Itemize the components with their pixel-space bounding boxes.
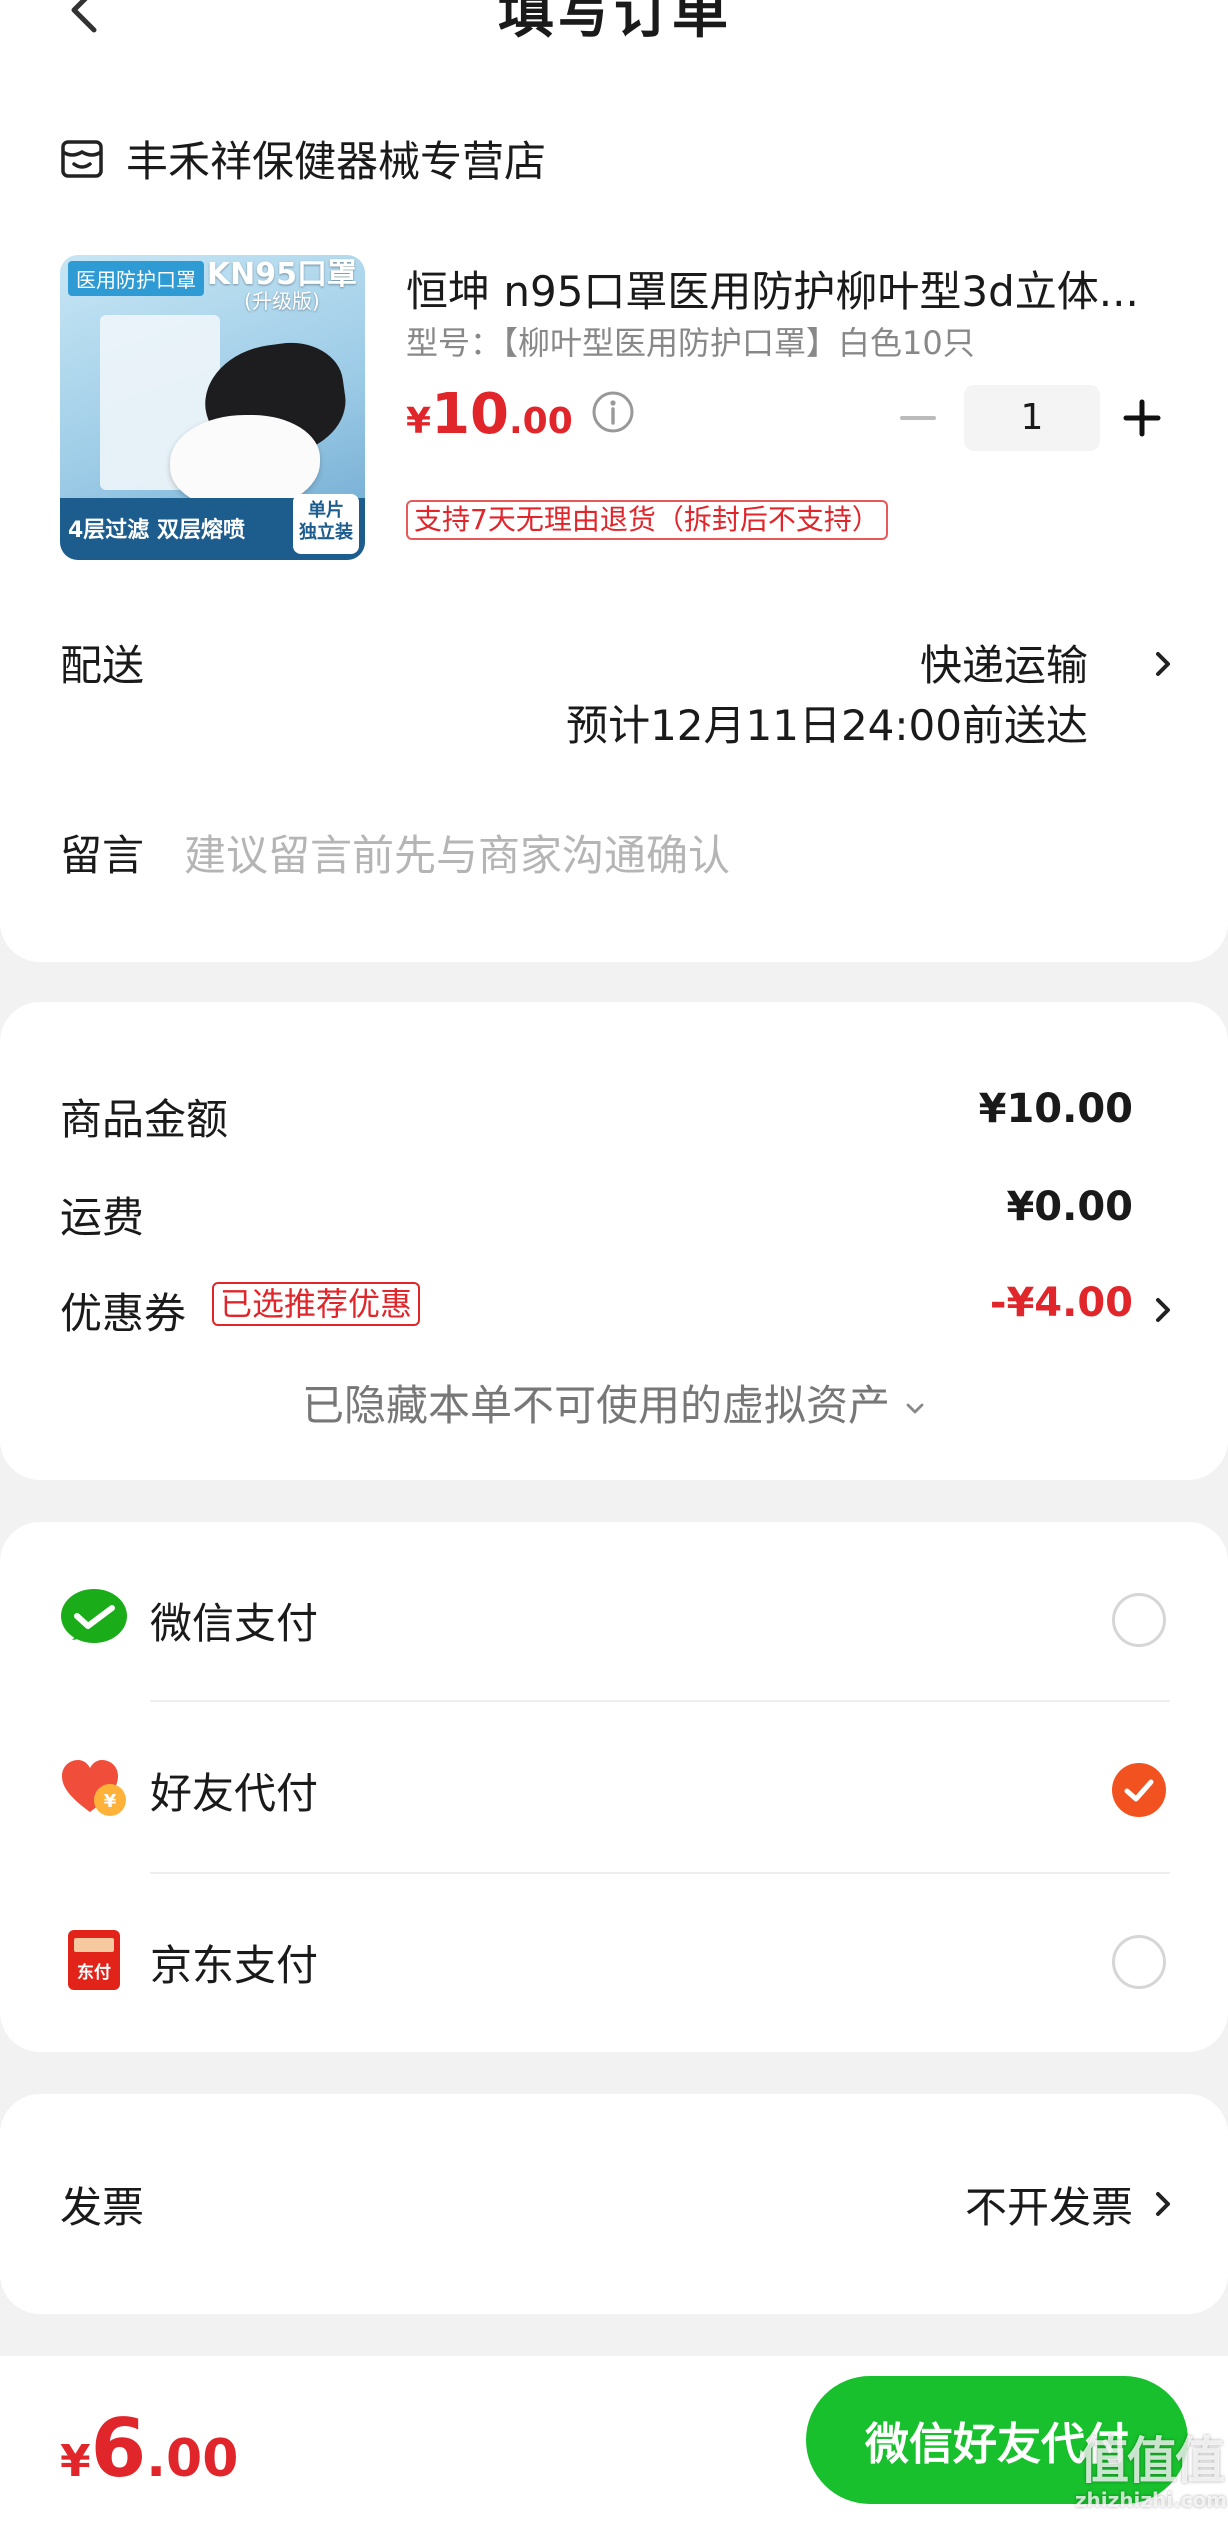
payment-label-friend: 好友代付 xyxy=(150,1769,319,1818)
coupon-discount[interactable]: -¥4.00 xyxy=(990,1280,1133,1326)
shipping-method[interactable]: 快递运输 xyxy=(920,632,1088,693)
hidden-assets-text: 已隐藏本单不可使用的虚拟资产 xyxy=(301,1381,890,1430)
total-price: ¥ 6 .00 xyxy=(60,2402,238,2495)
payment-option-wechat[interactable]: 微信支付 xyxy=(0,1530,1228,1700)
product-image-kn95-sub: (升级版) xyxy=(244,288,320,313)
goods-amount: ¥10.00 xyxy=(978,1086,1133,1132)
delivery-label: 配送 xyxy=(60,641,145,690)
coupon-selected-tag: 已选推荐优惠 xyxy=(212,1282,421,1326)
quantity-value[interactable]: 1 xyxy=(964,385,1100,451)
store-row[interactable]: 丰禾祥保健器械专营店 xyxy=(60,128,546,188)
shipping-fee: ¥0.00 xyxy=(1006,1184,1133,1230)
total-integer: 6 xyxy=(90,2402,147,2495)
product-image-kn95-title: KN95口罩 xyxy=(206,257,357,292)
shipping-eta: 预计12月11日24:00前送达 xyxy=(566,701,1088,750)
payment-option-friend[interactable]: ¥ 好友代付 xyxy=(0,1700,1228,1870)
product-spec: 型号：【柳叶型医用防护口罩】白色10只 xyxy=(406,324,975,362)
product-image-badge: 单片 独立装 xyxy=(293,494,359,554)
product-image-badge-line2: 独立装 xyxy=(299,521,353,543)
order-page: 填写订单 丰禾祥保健器械专营店 医用防护口罩 KN95口罩 (升级版) 4层过滤… xyxy=(0,0,1228,2525)
invoice-label: 发票 xyxy=(60,2183,145,2232)
watermark-logo: 值值值 xyxy=(1079,2432,1225,2490)
total-decimal: .00 xyxy=(146,2429,239,2489)
payment-option-jd[interactable]: 东付 京东支付 xyxy=(0,1872,1228,2042)
return-policy-tag: 支持7天无理由退货（拆封后不支持） xyxy=(406,500,888,540)
shipping-fee-label: 运费 xyxy=(60,1193,145,1242)
jd-icon-text: 东付 xyxy=(77,1962,111,1983)
store-icon xyxy=(61,140,103,178)
radio-jd[interactable] xyxy=(1112,1935,1166,1989)
payment-label-jd: 京东支付 xyxy=(150,1941,319,1990)
info-icon[interactable] xyxy=(591,390,635,434)
invoice-chevron-icon[interactable] xyxy=(1152,2184,1176,2224)
product-image-kn95: KN95口罩 (升级版) xyxy=(207,259,357,312)
quantity-plus-button[interactable] xyxy=(1122,398,1162,438)
chevron-down-icon xyxy=(906,1403,924,1413)
radio-wechat[interactable] xyxy=(1112,1593,1166,1647)
store-name: 丰禾祥保健器械专营店 xyxy=(126,136,547,186)
hidden-assets-toggle[interactable]: 已隐藏本单不可使用的虚拟资产 xyxy=(0,1372,1228,1433)
svg-text:¥: ¥ xyxy=(104,1791,117,1812)
goods-amount-label: 商品金额 xyxy=(60,1095,229,1144)
message-input[interactable] xyxy=(184,820,1164,890)
site-watermark: 值值值 zhizhizhi.com xyxy=(1074,2436,1228,2510)
radio-friend-checked[interactable] xyxy=(1112,1763,1166,1817)
delivery-chevron-icon[interactable] xyxy=(1152,644,1176,684)
price-symbol: ¥ xyxy=(406,401,432,442)
product-title[interactable]: 恒坤 n95口罩医用防护柳叶型3d立体... xyxy=(406,258,1186,319)
wechat-pay-icon xyxy=(61,1589,127,1643)
coupon-chevron-icon[interactable] xyxy=(1152,1290,1176,1330)
quantity-minus-button[interactable] xyxy=(898,398,938,438)
message-label: 留言 xyxy=(60,831,145,880)
coupon-label: 优惠券 xyxy=(60,1289,187,1338)
payment-label-wechat: 微信支付 xyxy=(150,1599,319,1648)
friend-pay-heart-icon: ¥ xyxy=(62,1760,126,1816)
price-integer: 10 xyxy=(431,382,509,447)
total-symbol: ¥ xyxy=(60,2436,91,2487)
check-icon xyxy=(1124,1779,1154,1802)
price-decimal: .00 xyxy=(509,401,573,442)
product-image[interactable]: 医用防护口罩 KN95口罩 (升级版) 4层过滤 双层熔喷 单片 独立装 xyxy=(60,255,365,560)
watermark-url: zhizhizhi.com xyxy=(1074,2488,1228,2512)
product-image-tag: 医用防护口罩 xyxy=(68,261,204,296)
jd-pay-icon: 东付 xyxy=(68,1930,120,1990)
invoice-value[interactable]: 不开发票 xyxy=(965,2174,1133,2235)
product-price: ¥ 10 .00 xyxy=(406,382,635,447)
product-image-badge-line1: 单片 xyxy=(308,500,344,521)
page-title: 填写订单 xyxy=(498,0,730,46)
